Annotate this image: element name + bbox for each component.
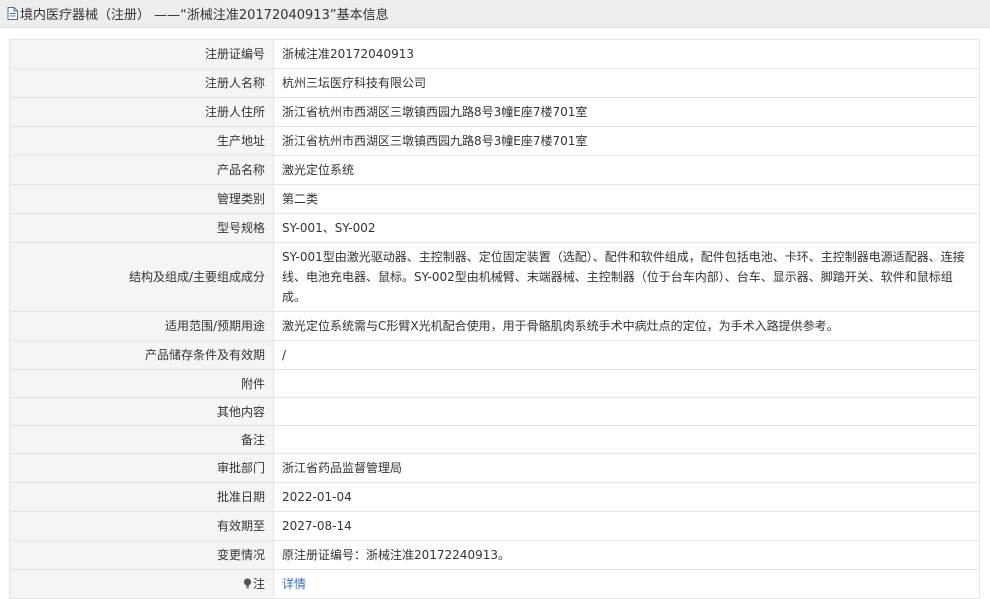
table-row: 注 详情: [9, 569, 980, 599]
document-icon: [7, 7, 18, 20]
row-value-attachment: [273, 369, 980, 398]
row-label-approval-department: 审批部门: [9, 453, 274, 483]
row-label-attachment: 附件: [9, 369, 274, 398]
row-value-change-status: 原注册证编号：浙械注准20172240913。: [273, 540, 980, 570]
row-value-other-content: [273, 397, 980, 426]
row-label-production-address: 生产地址: [9, 126, 274, 156]
row-value-approval-date: 2022-01-04: [273, 482, 980, 512]
row-value-registration-number: 浙械注准20172040913: [273, 39, 980, 69]
page-header: 境内医疗器械（注册） ——“浙械注准20172040913”基本信息: [0, 0, 990, 28]
row-label-registrant-address: 注册人住所: [9, 97, 274, 127]
table-row: 批准日期 2022-01-04: [9, 482, 980, 512]
row-value-intended-use: 激光定位系统需与C形臂X光机配合使用，用于骨骼肌肉系统手术中病灶点的定位，为手术…: [273, 311, 980, 341]
table-row: 注册人名称 杭州三坛医疗科技有限公司: [9, 68, 980, 98]
row-value-registrant-name: 杭州三坛医疗科技有限公司: [273, 68, 980, 98]
row-value-model-spec: SY-001、SY-002: [273, 213, 980, 243]
row-value-product-name: 激光定位系统: [273, 155, 980, 185]
table-row: 其他内容: [9, 397, 980, 426]
row-label-registrant-name: 注册人名称: [9, 68, 274, 98]
row-label-registration-number: 注册证编号: [9, 39, 274, 69]
row-value-structure-composition: SY-001型由激光驱动器、主控制器、定位固定装置（选配）、配件和软件组成，配件…: [273, 242, 980, 312]
row-value-production-address: 浙江省杭州市西湖区三墩镇西园九路8号3幢E座7楼701室: [273, 126, 980, 156]
row-value-storage-validity: /: [273, 340, 980, 370]
row-label-management-category: 管理类别: [9, 184, 274, 214]
row-value-valid-until: 2027-08-14: [273, 511, 980, 541]
row-label-note: 注: [9, 569, 274, 599]
row-value-registrant-address: 浙江省杭州市西湖区三墩镇西园九路8号3幢E座7楼701室: [273, 97, 980, 127]
table-row: 产品储存条件及有效期 /: [9, 340, 980, 370]
detail-table: 注册证编号 浙械注准20172040913 注册人名称 杭州三坛医疗科技有限公司…: [9, 39, 980, 599]
row-label-storage-validity: 产品储存条件及有效期: [9, 340, 274, 370]
table-row: 型号规格 SY-001、SY-002: [9, 213, 980, 243]
row-label-structure-composition: 结构及组成/主要组成成分: [9, 242, 274, 312]
row-value-note: 详情: [273, 569, 980, 599]
row-value-remarks: [273, 425, 980, 454]
row-label-valid-until: 有效期至: [9, 511, 274, 541]
table-row: 附件: [9, 369, 980, 398]
note-label: 注: [252, 577, 265, 591]
table-row: 结构及组成/主要组成成分 SY-001型由激光驱动器、主控制器、定位固定装置（选…: [9, 242, 980, 312]
table-row: 备注: [9, 425, 980, 454]
row-label-model-spec: 型号规格: [9, 213, 274, 243]
detail-table-container: 注册证编号 浙械注准20172040913 注册人名称 杭州三坛医疗科技有限公司…: [9, 39, 980, 599]
row-label-remarks: 备注: [9, 425, 274, 454]
row-label-approval-date: 批准日期: [9, 482, 274, 512]
row-label-other-content: 其他内容: [9, 397, 274, 426]
row-label-product-name: 产品名称: [9, 155, 274, 185]
row-value-approval-department: 浙江省药品监督管理局: [273, 453, 980, 483]
row-value-management-category: 第二类: [273, 184, 980, 214]
page-title: 境内医疗器械（注册） ——“浙械注准20172040913”基本信息: [20, 8, 389, 23]
table-row: 生产地址 浙江省杭州市西湖区三墩镇西园九路8号3幢E座7楼701室: [9, 126, 980, 156]
table-row: 适用范围/预期用途 激光定位系统需与C形臂X光机配合使用，用于骨骼肌肉系统手术中…: [9, 311, 980, 341]
table-row: 审批部门 浙江省药品监督管理局: [9, 453, 980, 483]
row-label-intended-use: 适用范围/预期用途: [9, 311, 274, 341]
table-row: 注册证编号 浙械注准20172040913: [9, 39, 980, 69]
table-row: 有效期至 2027-08-14: [9, 511, 980, 541]
table-row: 变更情况 原注册证编号：浙械注准20172240913。: [9, 540, 980, 570]
row-label-change-status: 变更情况: [9, 540, 274, 570]
table-row: 管理类别 第二类: [9, 184, 980, 214]
table-row: 产品名称 激光定位系统: [9, 155, 980, 185]
details-link[interactable]: 详情: [282, 577, 306, 591]
table-row: 注册人住所 浙江省杭州市西湖区三墩镇西园九路8号3幢E座7楼701室: [9, 97, 980, 127]
